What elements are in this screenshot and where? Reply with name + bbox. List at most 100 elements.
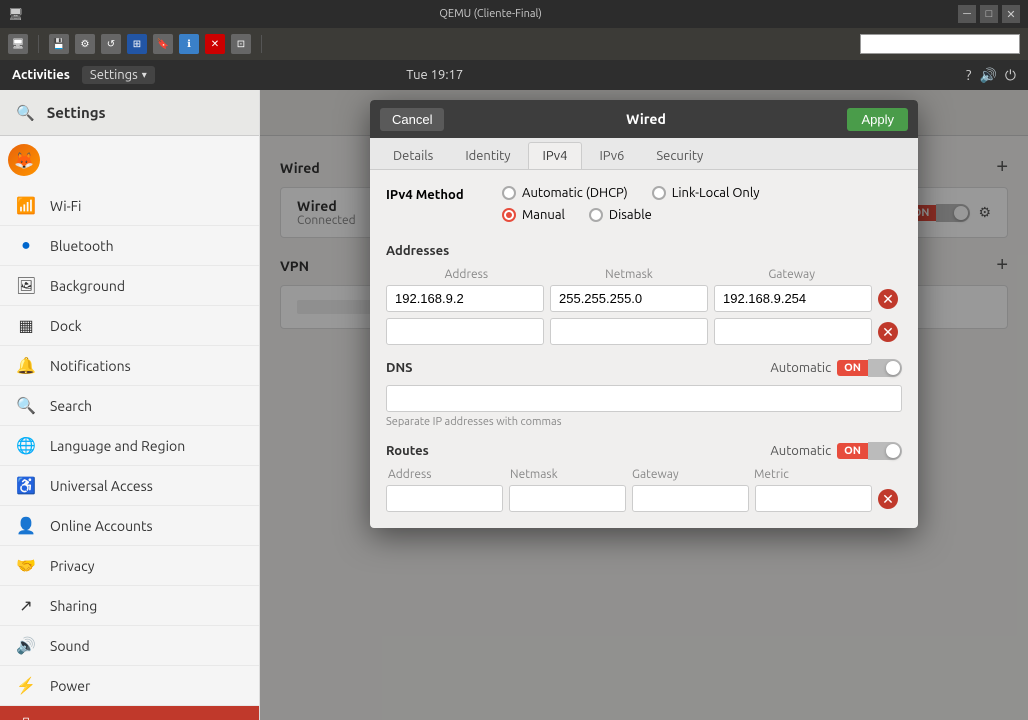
remove-address-1-button[interactable]: ✕ [878,289,898,309]
routes-col-gateway: Gateway [632,468,748,481]
dns-on-toggle[interactable]: ON [837,359,902,377]
sidebar: 🔍 Settings 🦊 📶 Wi-Fi ● Bluetooth 🖼 Backg… [0,90,260,720]
sidebar-item-background[interactable]: 🖼 Background [0,266,259,306]
route-gateway-input[interactable] [632,485,749,512]
dns-header-row: DNS Automatic ON [386,359,902,377]
radio-disable-label: Disable [609,208,652,222]
titlebar-controls: ─ □ ✕ [958,5,1020,23]
gateway-input-1[interactable] [714,285,872,312]
sidebar-label-dock: Dock [50,318,82,334]
online-accounts-icon: 👤 [16,516,36,535]
taskbar-icon-4[interactable]: ⊞ [127,34,147,54]
settings-arrow-icon: ▾ [142,69,147,81]
radio-manual[interactable]: Manual [502,208,565,222]
radio-disable-circle [589,208,603,222]
taskbar-sep-1 [38,35,39,53]
method-row-1: Automatic (DHCP) Link-Local Only [502,186,760,200]
remove-address-2-button[interactable]: ✕ [878,322,898,342]
maximize-button[interactable]: □ [980,5,998,23]
remove-route-button[interactable]: ✕ [878,489,898,509]
routes-header-row: Routes Automatic ON [386,442,902,460]
address-row-2: ✕ [386,318,902,345]
clock-display: Tue 19:17 [406,68,463,82]
minimize-button[interactable]: ─ [958,5,976,23]
settings-menu[interactable]: Settings ▾ [82,66,155,84]
tab-ipv6[interactable]: IPv6 [584,142,639,169]
sound-icon: 🔊 [16,636,36,655]
dns-section: DNS Automatic ON [386,359,902,428]
gateway-input-2[interactable] [714,318,872,345]
radio-manual-label: Manual [522,208,565,222]
modal-tabs: Details Identity IPv4 IPv6 Security [370,138,918,170]
taskbar-icon-8[interactable]: ⊡ [231,34,251,54]
dns-toggle-slider[interactable] [868,359,902,377]
routes-toggle: Automatic ON [770,442,902,460]
col-address-header: Address [388,268,545,281]
titlebar-title: QEMU (Cliente-Final) [31,8,950,20]
sidebar-label-power: Power [50,678,90,694]
sidebar-item-language[interactable]: 🌐 Language and Region [0,426,259,466]
sidebar-item-notifications[interactable]: 🔔 Notifications [0,346,259,386]
routes-on-label: ON [837,443,868,459]
tab-details[interactable]: Details [378,142,448,169]
sidebar-item-search[interactable]: 🔍 Search [0,386,259,426]
netmask-input-2[interactable] [550,318,708,345]
tab-ipv4[interactable]: IPv4 [528,142,583,169]
taskbar-sep-2 [261,35,262,53]
tab-security[interactable]: Security [641,142,718,169]
taskbar-icon-2[interactable]: ⚙ [75,34,95,54]
taskbar-icon-3[interactable]: ↺ [101,34,121,54]
address-input-1[interactable] [386,285,544,312]
taskbar-icon-6[interactable]: ℹ [179,34,199,54]
sidebar-item-bluetooth[interactable]: ● Bluetooth [0,226,259,266]
volume-icon[interactable]: 🔊 [979,67,996,84]
dns-label: DNS [386,361,413,375]
route-address-input[interactable] [386,485,503,512]
radio-dhcp[interactable]: Automatic (DHCP) [502,186,628,200]
background-icon: 🖼 [16,276,36,295]
main-area: 🔍 Settings 🦊 📶 Wi-Fi ● Bluetooth 🖼 Backg… [0,90,1028,720]
sidebar-item-privacy[interactable]: 🤝 Privacy [0,546,259,586]
taskbar-icon-5[interactable]: 🔖 [153,34,173,54]
method-row-2: Manual Disable [502,208,760,222]
modal-body: IPv4 Method Automatic (DHCP) Link-Local … [370,170,918,528]
sidebar-item-sharing[interactable]: ↗ Sharing [0,586,259,626]
radio-linklocal[interactable]: Link-Local Only [652,186,760,200]
sidebar-item-power[interactable]: ⚡ Power [0,666,259,706]
netmask-input-1[interactable] [550,285,708,312]
addresses-header: Address Netmask Gateway [386,268,902,281]
routes-toggle-slider[interactable] [868,442,902,460]
address-row-1: ✕ [386,285,902,312]
close-button[interactable]: ✕ [1002,5,1020,23]
sidebar-item-wifi[interactable]: 📶 Wi-Fi [0,186,259,226]
sidebar-label-wifi: Wi-Fi [50,198,81,214]
route-netmask-input[interactable] [509,485,626,512]
routes-on-toggle[interactable]: ON [837,442,902,460]
power-icon[interactable]: ⏻ [1005,67,1016,84]
address-input-2[interactable] [386,318,544,345]
titlebar-icon: 🖥 [8,7,23,21]
sidebar-label-bluetooth: Bluetooth [50,238,114,254]
sidebar-item-universal[interactable]: ♿ Universal Access [0,466,259,506]
sidebar-item-network[interactable]: 🖧 Network [0,706,259,720]
radio-disable[interactable]: Disable [589,208,652,222]
sidebar-item-sound[interactable]: 🔊 Sound [0,626,259,666]
tab-identity[interactable]: Identity [450,142,525,169]
taskbar-icon-1[interactable]: 💾 [49,34,69,54]
col-gateway-header: Gateway [713,268,870,281]
activities-button[interactable]: Activities [12,68,70,82]
route-metric-input[interactable] [755,485,872,512]
apply-button[interactable]: Apply [847,108,908,131]
sidebar-item-online-accounts[interactable]: 👤 Online Accounts [0,506,259,546]
sidebar-item-dock[interactable]: ▦ Dock [0,306,259,346]
dns-input[interactable] [386,385,902,412]
taskbar-icon-7[interactable]: ✕ [205,34,225,54]
taskbar-icon-0[interactable]: 🖥 [8,34,28,54]
radio-linklocal-label: Link-Local Only [672,186,760,200]
sidebar-label-background: Background [50,278,125,294]
search-icon: 🔍 [16,396,36,415]
accessibility-icon[interactable]: ? [966,67,971,83]
cancel-button[interactable]: Cancel [380,108,444,131]
taskbar-search-input[interactable] [860,34,1020,54]
content-area: Network Wired + Wired Connected ON [260,90,1028,720]
